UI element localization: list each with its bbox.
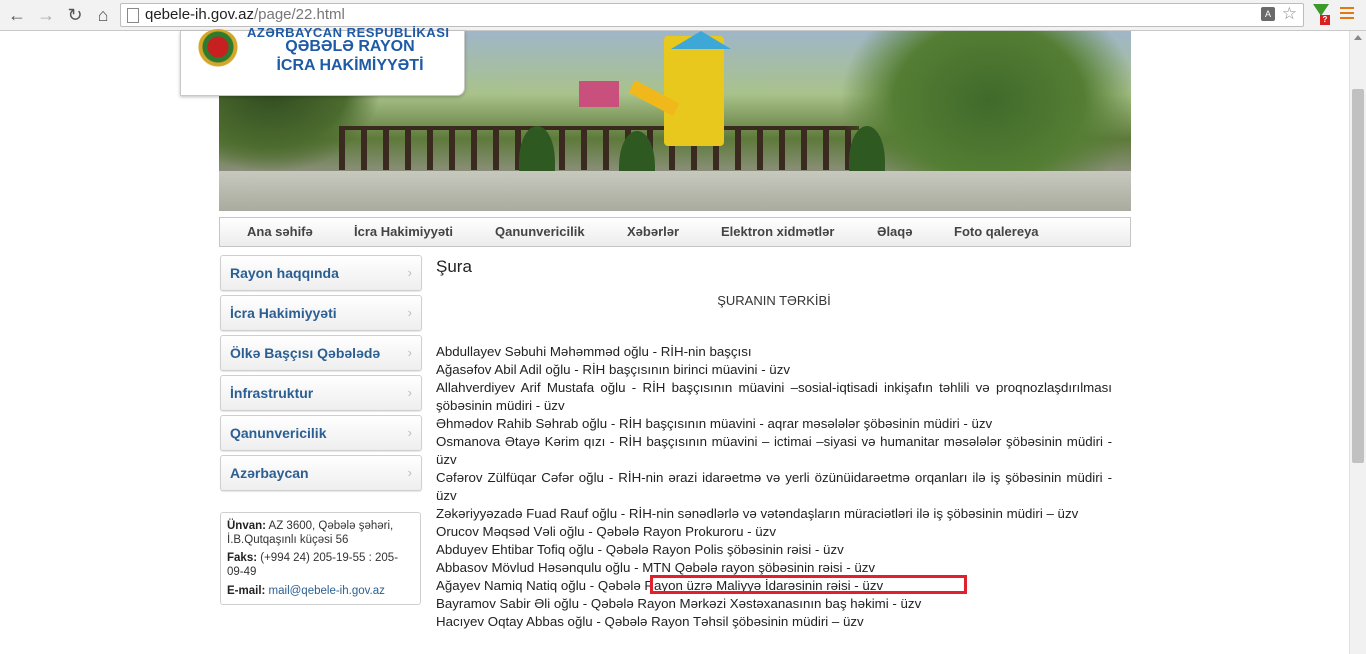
list-item: Cəfərov Zülfüqar Cəfər oğlu - RİH-nin ər… [436,470,1112,503]
emblem-icon [197,29,239,69]
page-icon [127,8,139,23]
scroll-thumb[interactable] [1352,89,1364,463]
sidebar-item-label: İcra Hakimiyyəti [230,305,337,321]
bookmark-star-icon[interactable]: ☆ [1282,4,1297,24]
sidebar-item-azerbaijan[interactable]: Azərbaycan › [220,455,422,491]
sidebar-item-label: Qanunvericilik [230,425,327,441]
sidebar-item-legislation[interactable]: Qanunvericilik › [220,415,422,451]
chevron-right-icon: › [407,425,412,440]
reload-icon[interactable]: ↻ [64,4,86,26]
nav-legislation[interactable]: Qanunvericilik [495,218,585,246]
highlight-annotation-box [650,575,967,594]
url-path: /page/22.html [253,6,345,23]
sidebar-item-label: Ölkə Başçısı Qəbələdə [230,345,381,361]
email-link[interactable]: mail@qebele-ih.gov.az [269,585,385,597]
browser-menu-icon[interactable] [1340,7,1354,22]
chevron-right-icon: › [407,345,412,360]
list-item: Ağasəfov Abil Adil oğlu - RİH başçısının… [436,362,791,377]
email-label: E-mail: [227,585,266,597]
back-arrow-icon[interactable]: ← [6,4,28,26]
list-item: Osmanova Ətayə Kərim qızı - RİH başçısın… [436,434,1112,467]
sidebar-item-president-in-qabala[interactable]: Ölkə Başçısı Qəbələdə › [220,335,422,371]
sidebar-item-about-district[interactable]: Rayon haqqında › [220,255,422,291]
list-item: Abdullayev Səbuhi Məhəmməd oğlu - RİH-ni… [436,344,752,359]
chevron-right-icon: › [407,465,412,480]
contact-info-box: Ünvan: AZ 3600, Qəbələ şəhəri, İ.B.Qutqa… [220,512,421,605]
nav-executive-power[interactable]: İcra Hakimiyyəti [354,218,453,246]
fax-label: Faks: [227,552,258,564]
contact-fax: Faks: (+994 24) 205-19-55 : 205-09-49 [227,551,413,579]
list-item: Əhmədov Rahib Səhrab oğlu - RİH başçısın… [436,416,993,431]
site-logo[interactable]: AZƏRBAYCAN RESPUBLİKASI QƏBƏLƏ RAYON İCR… [180,25,465,96]
list-item: Hacıyev Oqtay Abbas oğlu - Qəbələ Rayon … [436,614,864,629]
contact-address: Ünvan: AZ 3600, Qəbələ şəhəri, İ.B.Qutqa… [227,519,413,547]
browser-toolbar: ← → ↻ ⌂ qebele-ih.gov.az/page/22.html A … [0,0,1366,31]
list-item: Zəkəriyyəzadə Fuad Rauf oğlu - RİH-nin s… [436,506,1079,521]
chevron-right-icon: › [407,385,412,400]
address-label: Ünvan: [227,520,266,532]
translate-icon[interactable]: A [1261,7,1275,21]
page-scrollbar[interactable] [1349,31,1366,654]
nav-contact[interactable]: Əlaqə [877,218,912,246]
scroll-up-icon[interactable] [1354,35,1362,40]
sidebar-item-label: Rayon haqqında [230,265,339,281]
nav-e-services[interactable]: Elektron xidmətlər [721,218,834,246]
page-title: Şura [436,257,472,276]
logo-line-1: QƏBƏLƏ RAYON [285,38,415,55]
list-item: Allahverdiyev Arif Mustafa oğlu - RİH ba… [436,380,1112,413]
nav-photo-gallery[interactable]: Foto qalereya [954,218,1039,246]
sidebar-item-infrastructure[interactable]: İnfrastruktur › [220,375,422,411]
sidebar-item-label: İnfrastruktur [230,385,314,401]
forward-arrow-icon[interactable]: → [35,4,57,26]
chevron-right-icon: › [407,305,412,320]
list-item: Orucov Məqsəd Vəli oğlu - Qəbələ Rayon P… [436,524,776,539]
list-item: Bayramov Sabir Əli oğlu - Qəbələ Rayon M… [436,596,922,611]
sidebar-item-executive-power[interactable]: İcra Hakimiyyəti › [220,295,422,331]
chevron-right-icon: › [407,265,412,280]
nav-news[interactable]: Xəbərlər [627,218,679,246]
sidebar-item-label: Azərbaycan [230,465,309,481]
download-extension-icon[interactable]: ? [1311,4,1331,26]
logo-line-2: İCRA HAKİMİYYƏTİ [276,57,424,74]
address-bar[interactable]: qebele-ih.gov.az/page/22.html A ☆ [120,3,1304,27]
list-item: Abduyev Ehtibar Tofiq oğlu - Qəbələ Rayo… [436,542,844,557]
url-host: qebele-ih.gov.az [145,6,254,23]
address-url[interactable]: qebele-ih.gov.az/page/22.html [145,6,345,23]
main-navigation: Ana səhifə İcra Hakimiyyəti Qanunvericil… [219,217,1131,247]
home-icon[interactable]: ⌂ [92,4,114,26]
section-heading: ŞURANIN TƏRKİBİ [717,293,831,308]
nav-home[interactable]: Ana səhifə [247,218,313,246]
contact-email: E-mail: mail@qebele-ih.gov.az [227,584,413,598]
